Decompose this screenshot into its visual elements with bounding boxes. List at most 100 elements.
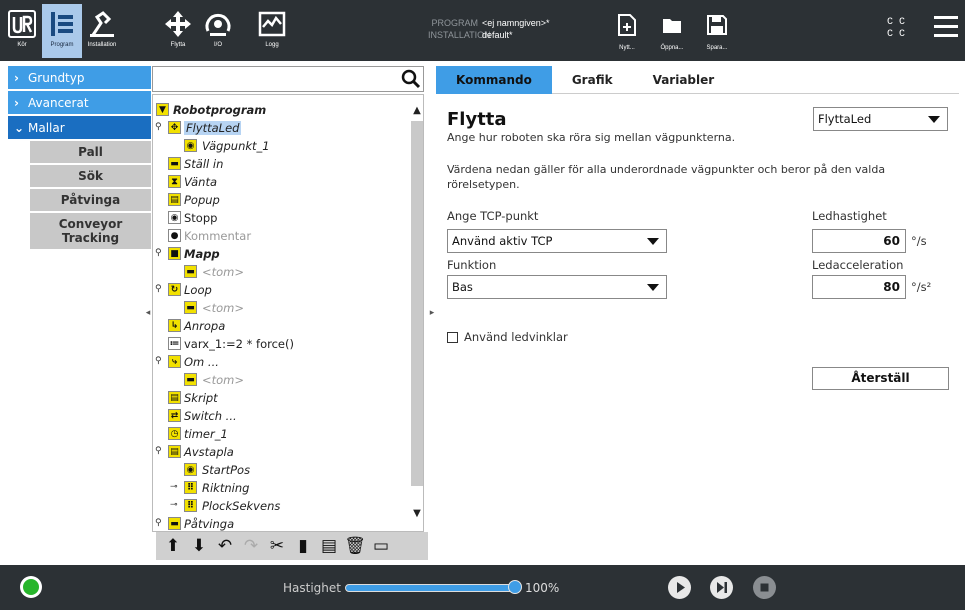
empty-icon: ▬ <box>184 373 197 386</box>
power-status-icon[interactable] <box>20 576 42 598</box>
tab-variables[interactable]: Variabler <box>633 66 735 94</box>
expander-icon[interactable]: ⚲ <box>155 284 162 294</box>
nav-program-button[interactable]: Program <box>42 4 82 58</box>
expander-icon[interactable]: ⚲ <box>155 356 162 366</box>
expander-icon[interactable]: ⊸ <box>170 482 178 492</box>
move-up-icon[interactable]: ⬆ <box>160 534 186 558</box>
new-file-button[interactable]: Nytt... <box>607 7 647 57</box>
tree-node-depalletize[interactable]: ⚲ ▤ Avstapla <box>153 443 411 461</box>
joint-speed-input[interactable]: 60 <box>812 229 906 253</box>
tree-node-robot-program[interactable]: ▼ Robotprogram <box>153 101 411 119</box>
expander-icon[interactable]: ⚲ <box>155 518 162 528</box>
speed-slider[interactable] <box>345 584 515 592</box>
paste-icon[interactable]: ▤ <box>316 534 342 558</box>
tree-node-label: <tom> <box>202 373 245 387</box>
nav-run-button[interactable]: Kör <box>2 4 42 58</box>
tree-node-pick-sequence[interactable]: ⊸ ⠿ PlockSekvens <box>153 497 411 515</box>
tree-node-empty[interactable]: ▬ <tom> <box>153 371 411 389</box>
expander-icon[interactable]: ⊸ <box>170 500 178 510</box>
category-advanced[interactable]: › Avancerat <box>8 91 151 114</box>
template-search[interactable]: Sök <box>30 165 151 187</box>
tree-search <box>152 66 424 92</box>
suppress-icon[interactable]: ▭ <box>368 534 394 558</box>
nav-installation-button[interactable]: Installation <box>82 4 122 58</box>
tree-node-force[interactable]: ⚲ ▬ Påtvinga <box>153 515 411 531</box>
tree-node-if[interactable]: ⚲ ⤷ Om ... <box>153 353 411 371</box>
save-file-button[interactable]: Spara... <box>697 7 737 57</box>
tree-node-label: Robotprogram <box>173 103 267 117</box>
reset-button[interactable]: Återställ <box>812 367 949 390</box>
dropdown-arrow-icon <box>647 284 659 291</box>
installation-key: INSTALLATION <box>428 30 491 40</box>
tree-node-label: timer_1 <box>184 427 228 441</box>
undo-icon[interactable]: ↶ <box>212 534 238 558</box>
category-templates[interactable]: ⌄ Mallar <box>8 116 151 139</box>
tree-scrollbar-thumb[interactable] <box>411 121 423 486</box>
nav-log-button[interactable]: Logg <box>252 4 292 58</box>
play-button[interactable] <box>668 576 691 599</box>
nav-io-button[interactable]: I/O <box>198 4 238 58</box>
panel-tabs: Kommando Grafik Variabler <box>436 66 959 94</box>
function-select[interactable]: Bas <box>447 275 667 299</box>
copy-icon[interactable]: ▮ <box>290 534 316 558</box>
scroll-down-icon[interactable]: ▼ <box>411 508 423 522</box>
category-basic[interactable]: › Grundtyp <box>8 66 151 89</box>
tree-node-assignment[interactable]: ≔ varx_1:=2 * force() <box>153 335 411 353</box>
tab-command[interactable]: Kommando <box>436 66 552 94</box>
expander-icon[interactable]: ⚲ <box>155 248 162 258</box>
tree-node-startpos[interactable]: ◉ StartPos <box>153 461 411 479</box>
expander-icon[interactable]: ⚲ <box>155 122 162 132</box>
tcp-select[interactable]: Använd aktiv TCP <box>447 229 667 253</box>
tree-node-timer[interactable]: ◷ timer_1 <box>153 425 411 443</box>
tab-graphics[interactable]: Grafik <box>552 66 633 94</box>
tree-node-popup[interactable]: ▤ Popup <box>153 191 411 209</box>
step-button[interactable] <box>710 576 733 599</box>
tree-node-movej[interactable]: ⚲ ✥ FlyttaLed <box>153 119 411 137</box>
tree-node-call[interactable]: ↳ Anropa <box>153 317 411 335</box>
collapse-tree-handle[interactable]: ▸ <box>428 308 436 320</box>
speed-slider-handle[interactable] <box>508 580 522 594</box>
template-conveyor-tracking[interactable]: Conveyor Tracking <box>30 213 151 249</box>
nav-move-button[interactable]: Flytta <box>158 4 198 58</box>
stop-button[interactable] <box>753 576 776 599</box>
if-icon: ⤷ <box>168 355 181 368</box>
category-label: Avancerat <box>28 95 89 110</box>
use-joint-angles-checkbox[interactable] <box>447 332 458 343</box>
scroll-up-icon[interactable]: ▲ <box>411 105 423 119</box>
waypoint-icon: ◉ <box>184 139 197 152</box>
tree-node-comment[interactable]: ● Kommentar <box>153 227 411 245</box>
move-type-select[interactable]: FlyttaLed <box>813 107 948 131</box>
chevron-right-icon: › <box>14 70 19 85</box>
tree-node-waypoint[interactable]: ◉ Vägpunkt_1 <box>153 137 411 155</box>
tree-node-empty[interactable]: ▬ <tom> <box>153 299 411 317</box>
tree-node-direction[interactable]: ⊸ ⠿ Riktning <box>153 479 411 497</box>
tree-node-loop[interactable]: ⚲ ↻ Loop <box>153 281 411 299</box>
joint-accel-unit: °/s² <box>911 280 932 294</box>
delete-icon[interactable]: 🗑 <box>342 534 368 558</box>
hamburger-menu-icon[interactable] <box>934 16 958 40</box>
tree-node-empty[interactable]: ▬ <tom> <box>153 263 411 281</box>
tree-node-label: StartPos <box>202 463 251 477</box>
tree-node-stop[interactable]: ◉ Stopp <box>153 209 411 227</box>
nav-program-label: Program <box>50 42 74 48</box>
template-pallet[interactable]: Pall <box>30 141 151 163</box>
search-icon[interactable] <box>401 69 421 89</box>
open-file-button[interactable]: Öppna... <box>652 7 692 57</box>
function-label: Funktion <box>447 258 497 272</box>
tree-node-switch[interactable]: ⇄ Switch ... <box>153 407 411 425</box>
tree-node-set[interactable]: ▬ Ställ in <box>153 155 411 173</box>
expander-icon[interactable]: ⚲ <box>155 446 162 456</box>
move-down-icon[interactable]: ⬇ <box>186 534 212 558</box>
tree-node-label: Vägpunkt_1 <box>202 139 270 153</box>
tree-node-script[interactable]: ▤ Skript <box>153 389 411 407</box>
cut-icon[interactable]: ✂ <box>264 534 290 558</box>
tree-node-wait[interactable]: ⧗ Vänta <box>153 173 411 191</box>
speed-label: Hastighet <box>283 581 341 595</box>
tree-search-input[interactable] <box>156 70 394 88</box>
template-force[interactable]: Påtvinga <box>30 189 151 211</box>
tree-node-folder[interactable]: ⚲ ■ Mapp <box>153 245 411 263</box>
redo-icon[interactable]: ↷ <box>238 534 264 558</box>
collapse-left-handle[interactable]: ◂ <box>144 308 152 320</box>
speed-value: 100% <box>525 581 560 595</box>
joint-accel-input[interactable]: 80 <box>812 275 906 299</box>
